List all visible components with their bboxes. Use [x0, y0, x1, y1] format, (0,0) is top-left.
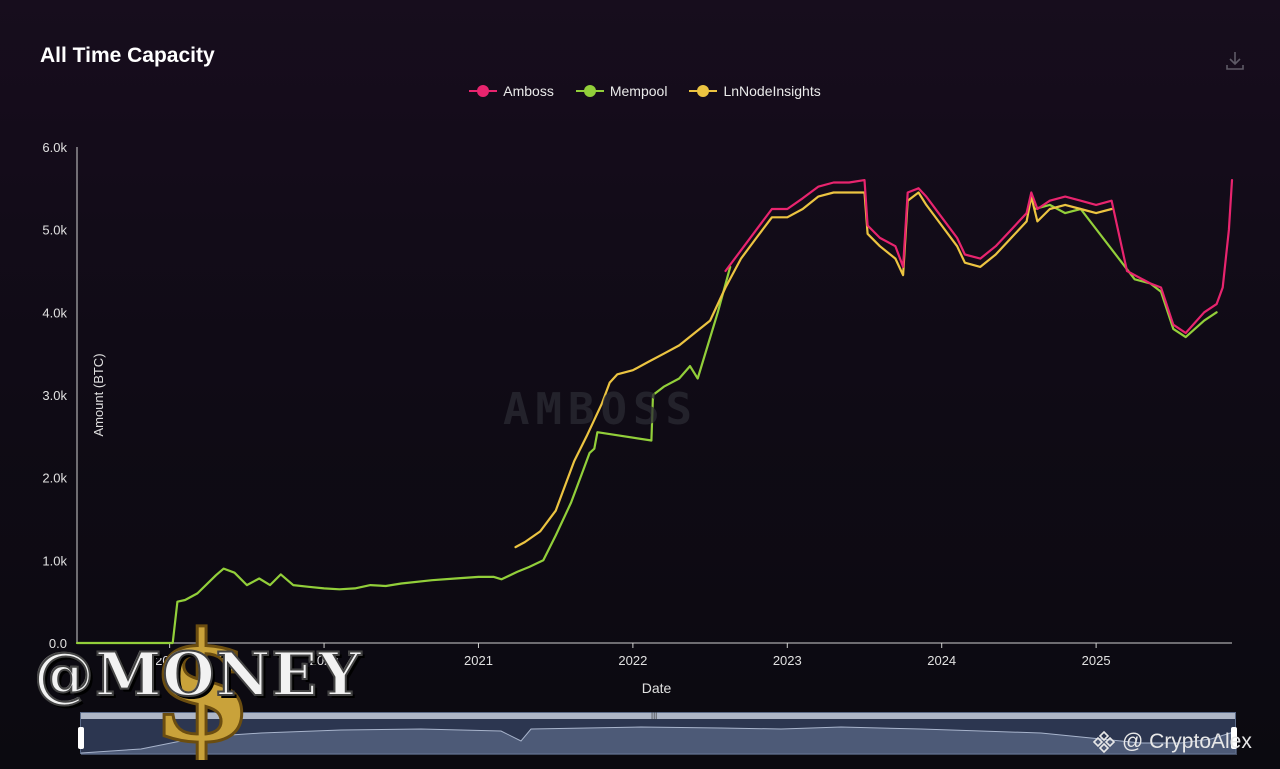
series-line-amboss	[724, 179, 1234, 335]
legend-item-lnnodeinsights[interactable]: LnNodeInsights	[689, 83, 821, 99]
amboss-watermark: AMBOSS	[503, 384, 698, 435]
legend-item-mempool[interactable]: Mempool	[575, 83, 668, 99]
y-tick-label: 5.0k	[42, 223, 67, 238]
y-tick-label: 3.0k	[42, 388, 67, 403]
x-tick-label: 2025	[1082, 653, 1111, 668]
x-tick-label: 2024	[927, 653, 956, 668]
legend-label: Mempool	[609, 83, 668, 99]
chart-title: All Time Capacity	[40, 44, 215, 67]
y-tick-label: 6.0k	[42, 140, 67, 155]
y-tick-label: 2.0k	[42, 471, 67, 486]
x-tick-label: 2023	[773, 653, 802, 668]
legend-label: Amboss	[503, 83, 554, 99]
series-line-lnnodeinsights	[514, 191, 1113, 549]
y-tick-label: 4.0k	[42, 305, 67, 320]
chart-legend: Amboss Mempool LnNodeInsights	[0, 83, 1280, 99]
legend-swatch-mempool	[575, 84, 604, 98]
legend-item-amboss[interactable]: Amboss	[469, 83, 554, 99]
series-line-mempool	[1033, 203, 1218, 339]
binance-icon	[1092, 730, 1116, 754]
x-tick-label: 2022	[618, 653, 647, 668]
legend-label: LnNodeInsights	[723, 83, 821, 99]
y-axis-label: Amount (BTC)	[91, 353, 106, 436]
x-tick-label: 2021	[464, 653, 493, 668]
credit-text: @ CryptoAlex	[1122, 730, 1252, 753]
x-axis-label: Date	[642, 680, 672, 696]
series-line-mempool	[75, 265, 732, 645]
legend-swatch-lnnodeinsights	[689, 84, 718, 98]
money-overlay-text: @MONEY	[33, 639, 363, 711]
y-tick-label: 1.0k	[42, 553, 67, 568]
download-icon[interactable]	[1222, 48, 1248, 74]
credit-watermark: @ CryptoAlex	[1092, 730, 1252, 754]
legend-swatch-amboss	[469, 84, 498, 98]
